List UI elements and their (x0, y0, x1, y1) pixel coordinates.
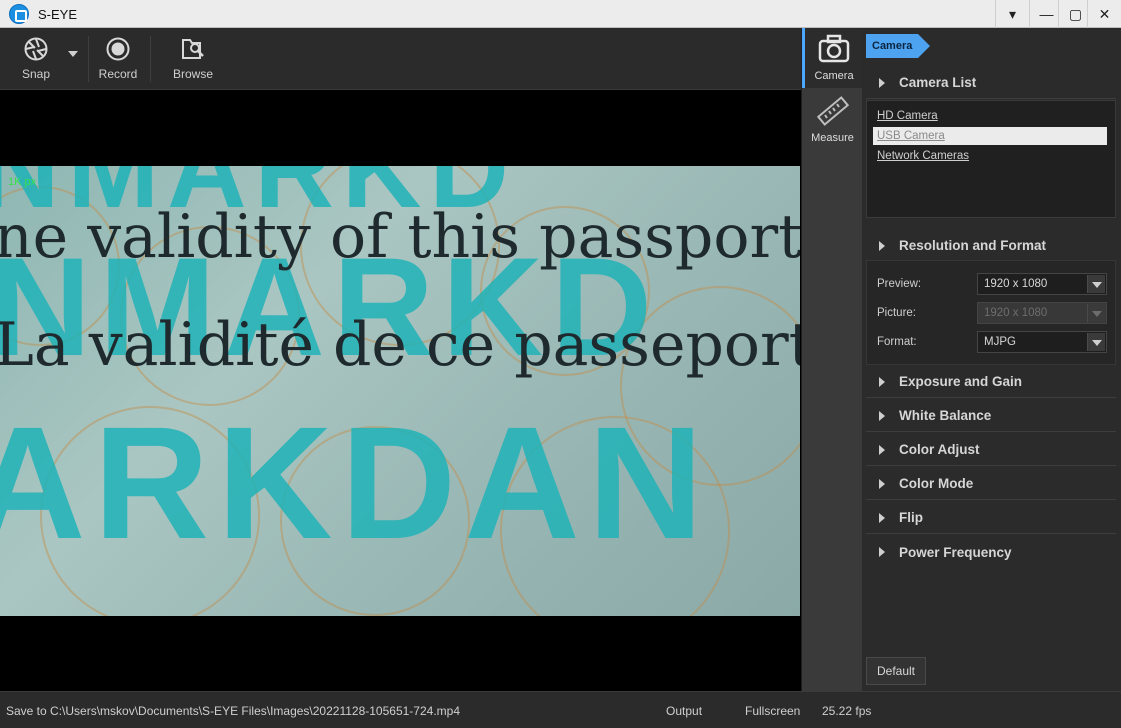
format-select[interactable]: MJPG (977, 331, 1107, 353)
camera-item-usb[interactable]: USB Camera (873, 127, 1107, 145)
chevron-right-icon (879, 444, 885, 455)
fps-readout: 25.22 fps (822, 704, 872, 718)
chevron-right-icon (879, 478, 885, 489)
picture-row: Picture: 1920 x 1080 (873, 302, 1109, 326)
close-button[interactable]: ✕ (1087, 0, 1121, 28)
resolution-format-form: Preview: 1920 x 1080 Picture: 1920 x 108… (866, 260, 1116, 365)
section-resolution-format[interactable]: Resolution and Format (866, 230, 1116, 262)
chevron-right-icon (879, 512, 885, 523)
section-exposure-gain[interactable]: Exposure and Gain (866, 366, 1116, 398)
tab-measure-label: Measure (811, 132, 854, 144)
chevron-right-icon (879, 240, 885, 251)
section-title: Flip (899, 510, 923, 525)
side-tab-bar: Camera Measure (801, 28, 863, 691)
ruler-icon (816, 96, 849, 126)
section-title: Color Mode (899, 476, 974, 491)
chevron-right-icon (879, 77, 885, 88)
format-value: MJPG (984, 336, 1016, 348)
watermark-bottom-text: ARKDAN (0, 393, 712, 572)
fullscreen-button[interactable]: Fullscreen (745, 704, 800, 718)
output-button[interactable]: Output (666, 704, 702, 718)
section-title: White Balance (899, 408, 992, 423)
breadcrumb: Camera (866, 34, 931, 58)
live-microscope-image: NMARKD NMARKD ARKDAN ne validity of this… (0, 166, 800, 616)
browse-folder-icon (182, 39, 204, 59)
tab-camera[interactable]: Camera (802, 28, 863, 88)
tab-measure[interactable]: Measure (802, 90, 863, 150)
section-camera-list[interactable]: Camera List (866, 67, 1116, 99)
status-bar: Save to C:\Users\mskov\Documents\S-EYE F… (0, 691, 1121, 728)
section-title: Camera List (899, 75, 977, 90)
chevron-down-icon (1087, 333, 1105, 351)
section-title: Exposure and Gain (899, 374, 1023, 389)
section-white-balance[interactable]: White Balance (866, 400, 1116, 432)
menu-dropdown-button[interactable]: ▾ (995, 0, 1029, 28)
camera-list: HD Camera USB Camera Network Cameras (866, 100, 1116, 218)
snap-dropdown-button[interactable] (62, 28, 84, 90)
passport-text-line-2: La validité de ce passeport (0, 310, 800, 380)
chevron-right-icon (879, 410, 885, 421)
passport-text-line-1: ne validity of this passport (0, 202, 800, 272)
chevron-down-icon (68, 51, 78, 57)
browse-button[interactable]: Browse (170, 28, 216, 90)
camera-item-network[interactable]: Network Cameras (873, 147, 1107, 165)
camera-aperture-icon (24, 37, 48, 61)
title-bar: S-EYE ▾ — ▢ ✕ (0, 0, 1121, 28)
browse-label: Browse (172, 67, 213, 81)
preview-select[interactable]: 1920 x 1080 (977, 273, 1107, 295)
preview-value: 1920 x 1080 (984, 278, 1048, 290)
toolbar-divider (88, 36, 89, 82)
snap-label: Snap (21, 67, 51, 81)
settings-panel: Camera Camera List HD Camera USB Camera … (862, 28, 1121, 691)
default-button[interactable]: Default (866, 657, 926, 685)
section-title: Power Frequency (899, 544, 1012, 560)
record-button[interactable]: Record (96, 28, 140, 90)
section-title: Resolution and Format (899, 238, 1047, 253)
picture-value: 1920 x 1080 (984, 307, 1048, 319)
picture-label: Picture: (877, 307, 916, 319)
section-color-adjust[interactable]: Color Adjust (866, 434, 1116, 466)
chevron-down-icon (1087, 275, 1105, 293)
section-flip[interactable]: Flip (866, 502, 1116, 534)
section-color-mode[interactable]: Color Mode (866, 468, 1116, 500)
chevron-right-icon (879, 376, 885, 387)
record-icon (106, 37, 130, 61)
tab-camera-label: Camera (814, 70, 854, 82)
scale-marker: 1K px (8, 176, 37, 188)
app-logo-icon (9, 4, 29, 24)
format-label: Format: (877, 336, 917, 348)
format-row: Format: MJPG (873, 331, 1109, 355)
window-title: S-EYE (38, 7, 78, 22)
picture-select: 1920 x 1080 (977, 302, 1107, 324)
camera-icon (818, 34, 850, 63)
preview-row: Preview: 1920 x 1080 (873, 273, 1109, 297)
section-title: Color Adjust (899, 442, 980, 457)
camera-preview-area[interactable]: NMARKD NMARKD ARKDAN ne validity of this… (0, 90, 801, 691)
camera-item-hd[interactable]: HD Camera (873, 107, 1107, 125)
chevron-down-icon (1087, 304, 1105, 322)
section-power-frequency[interactable]: Power Frequency (866, 536, 1116, 568)
save-path-text: Save to C:\Users\mskov\Documents\S-EYE F… (6, 704, 460, 718)
toolbar: Snap Record Browse (0, 28, 801, 90)
record-label: Record (98, 67, 138, 81)
preview-label: Preview: (877, 278, 922, 290)
snap-button[interactable]: Snap (14, 28, 58, 90)
toolbar-divider (150, 36, 151, 82)
chevron-right-icon (879, 547, 885, 557)
